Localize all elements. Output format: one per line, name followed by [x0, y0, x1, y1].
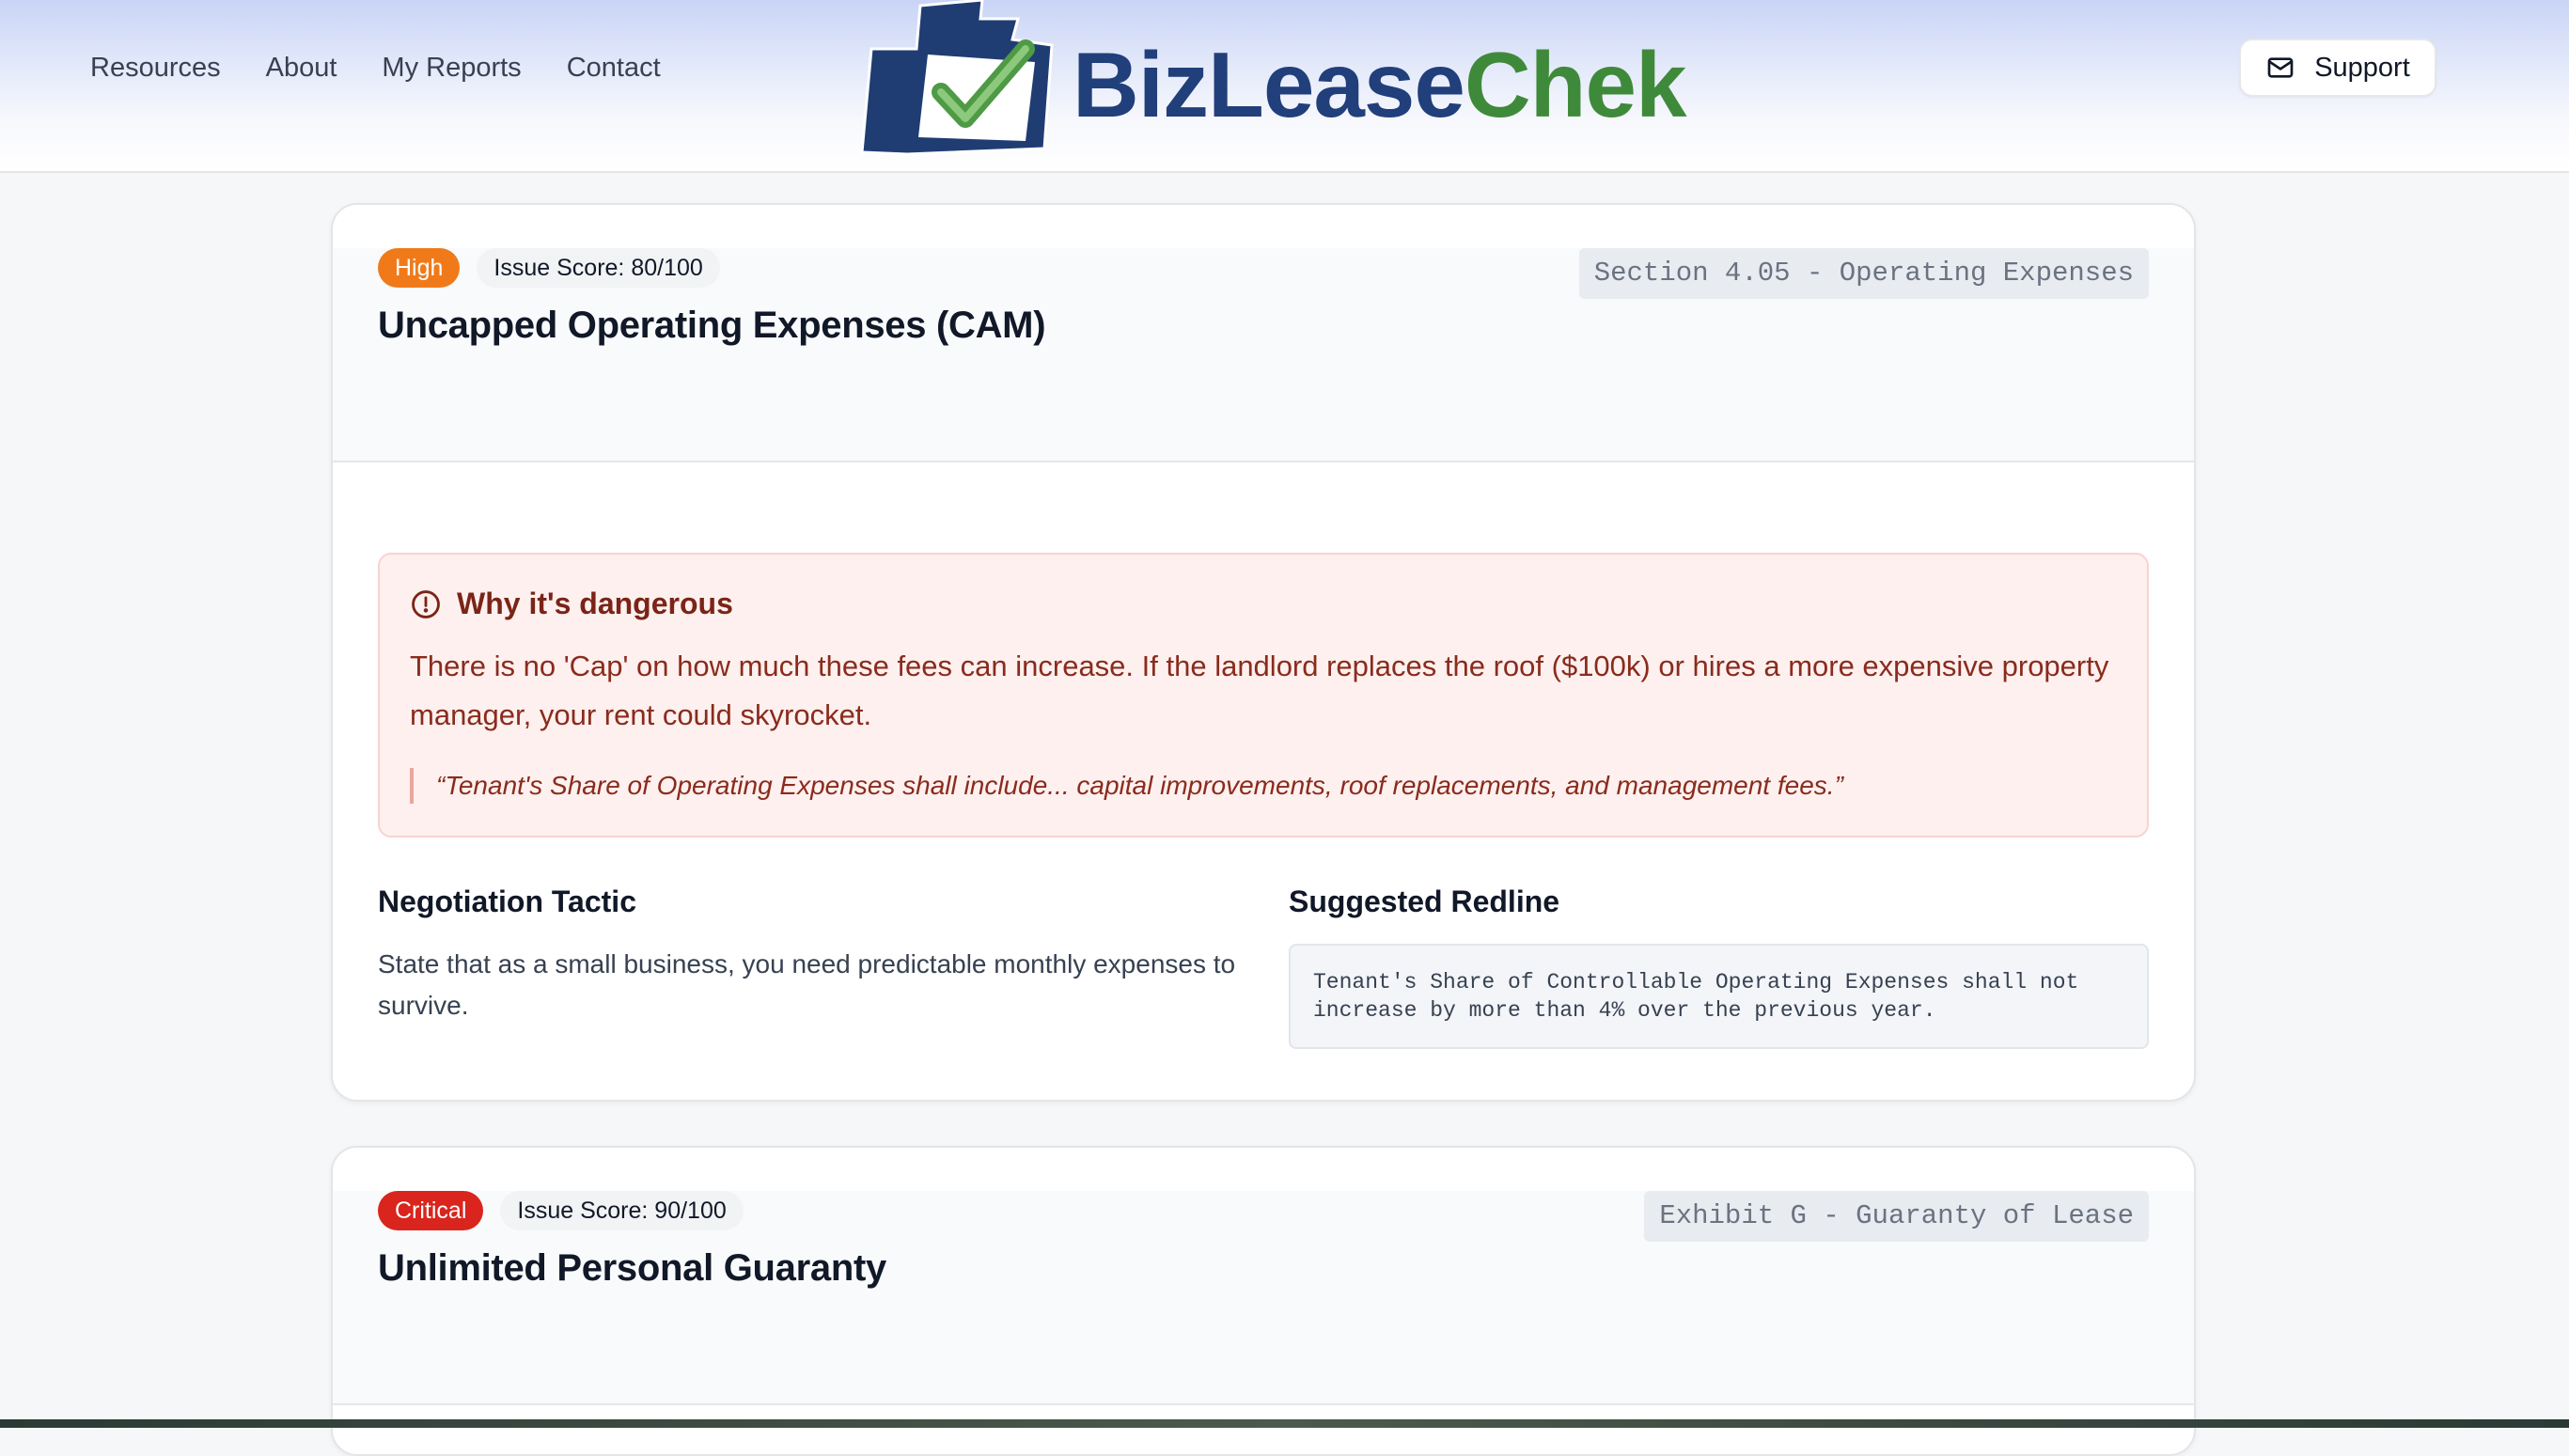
- redline-text[interactable]: Tenant's Share of Controllable Operating…: [1289, 944, 2149, 1049]
- site-header: Resources About My Reports Contact BizLe…: [0, 0, 2569, 173]
- danger-callout: Why it's dangerous There is no 'Cap' on …: [378, 553, 2149, 838]
- danger-heading-text: Why it's dangerous: [457, 587, 733, 620]
- negotiation-tactic-text: State that as a small business, you need…: [378, 949, 1236, 1020]
- danger-explanation: There is no 'Cap' on how much these fees…: [410, 650, 2109, 731]
- brand-wordmark-biz: BizLease: [1073, 33, 1465, 136]
- issue-badges: Critical Issue Score: 90/100: [378, 1191, 744, 1230]
- brand-wordmark: BizLeaseChek: [1073, 33, 1687, 136]
- issue-badges: High Issue Score: 80/100: [378, 248, 720, 288]
- suggested-redline-heading: Suggested Redline: [1289, 885, 1560, 918]
- lease-quote: “Tenant's Share of Operating Expenses sh…: [410, 768, 2117, 804]
- negotiation-tactic-heading: Negotiation Tactic: [378, 885, 636, 918]
- issue-card-header: High Issue Score: 80/100 Section 4.05 - …: [333, 248, 2194, 462]
- danger-heading: Why it's dangerous: [410, 587, 2117, 621]
- recommendation-columns: Negotiation Tactic State that as a small…: [378, 885, 2149, 1049]
- card-top-spacer: [333, 205, 2194, 248]
- severity-badge: High: [378, 248, 461, 288]
- issue-card: High Issue Score: 80/100 Section 4.05 - …: [331, 203, 2196, 1102]
- issue-title: Unlimited Personal Guaranty: [378, 1247, 886, 1289]
- nav-my-reports[interactable]: My Reports: [382, 51, 521, 85]
- alert-circle-icon: [412, 589, 440, 618]
- section-reference: Exhibit G - Guaranty of Lease: [1644, 1191, 2149, 1242]
- support-label: Support: [2314, 52, 2410, 83]
- window-bottom-edge: [0, 1419, 2569, 1428]
- negotiation-tactic: Negotiation Tactic State that as a small…: [378, 885, 1238, 1049]
- mail-icon: [2267, 57, 2294, 78]
- support-button[interactable]: Support: [2239, 39, 2436, 97]
- section-reference: Section 4.05 - Operating Expenses: [1578, 248, 2149, 299]
- nav-about[interactable]: About: [266, 51, 337, 85]
- issue-score-badge: Issue Score: 90/100: [500, 1191, 744, 1230]
- issue-card-header: Critical Issue Score: 90/100 Exhibit G -…: [333, 1191, 2194, 1405]
- building-check-logo-icon: [860, 0, 1054, 156]
- brand-logo[interactable]: BizLeaseChek: [851, 0, 1687, 160]
- issue-card: Critical Issue Score: 90/100 Exhibit G -…: [331, 1146, 2196, 1456]
- nav-resources[interactable]: Resources: [90, 51, 221, 85]
- nav-contact[interactable]: Contact: [567, 51, 661, 85]
- severity-badge: Critical: [378, 1191, 484, 1230]
- brand-wordmark-chek: Chek: [1464, 33, 1687, 136]
- main-nav: Resources About My Reports Contact: [90, 51, 661, 85]
- card-top-spacer: [333, 1148, 2194, 1191]
- issue-score-badge: Issue Score: 80/100: [477, 248, 720, 288]
- issue-card-body: Why it's dangerous There is no 'Cap' on …: [333, 462, 2194, 1100]
- suggested-redline: Suggested Redline Tenant's Share of Cont…: [1289, 885, 2149, 1049]
- issue-title: Uncapped Operating Expenses (CAM): [378, 305, 1046, 346]
